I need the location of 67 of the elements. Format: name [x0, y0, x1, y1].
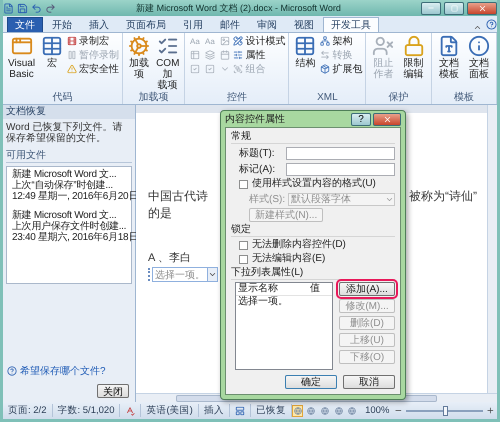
- ribbon-button[interactable]: COM 加载项: [154, 35, 182, 91]
- group-label: XML: [316, 92, 339, 104]
- group-label: 控件: [226, 92, 248, 104]
- ribbon-tab[interactable]: 开始: [44, 17, 80, 32]
- field-label: 样式(S):: [249, 192, 285, 206]
- group-label: 保护: [388, 92, 410, 104]
- ribbon-button[interactable]: 设计模式: [233, 35, 286, 47]
- column-header[interactable]: 显示名称: [238, 283, 310, 295]
- body-text: 中国古代诗: [148, 188, 208, 205]
- list-box[interactable]: 显示名称 值 选择一项。: [235, 282, 333, 370]
- ribbon-tab[interactable]: 页面布局: [118, 17, 174, 32]
- status-text[interactable]: 页面: 2/2: [3, 404, 52, 417]
- file-note: 上次用户保存文件时创建...: [12, 221, 128, 232]
- ribbon-button[interactable]: 属性: [233, 49, 286, 61]
- section-heading: 常规: [231, 131, 395, 144]
- dialog-button[interactable]: 取消: [343, 375, 395, 389]
- dialog-button[interactable]: 确定: [285, 375, 337, 389]
- ribbon-tab[interactable]: 开发工具: [323, 17, 379, 32]
- ribbon-tab[interactable]: 文件: [7, 17, 43, 32]
- close-pane-button[interactable]: 关闭: [97, 384, 129, 398]
- checkbox-label[interactable]: 使用样式设置内容的格式(U): [231, 178, 395, 190]
- status-text[interactable]: 英语(美国): [141, 404, 199, 417]
- help-link[interactable]: 希望保存哪个文件?: [20, 364, 106, 378]
- section-heading: 锁定: [231, 224, 395, 237]
- checkbox-text: 使用样式设置内容的格式(U): [252, 178, 376, 190]
- help-button[interactable]: ?: [351, 112, 371, 126]
- ribbon-tab[interactable]: 视图: [286, 17, 322, 32]
- ribbon-button[interactable]: 录制宏: [67, 35, 120, 47]
- checkbox-text: 无法编辑内容(E): [252, 253, 326, 265]
- ribbon-button[interactable]: 宏: [39, 35, 66, 69]
- ribbon-button[interactable]: 结构: [292, 35, 318, 69]
- option-text: A 、李白: [148, 251, 191, 266]
- ribbon-button[interactable]: 加载项: [126, 35, 152, 80]
- list-item[interactable]: 选择一项。: [236, 296, 332, 308]
- pane-message: Word 已恢复下列文件。请保存希望保留的文件。: [6, 122, 124, 144]
- dropdown-control[interactable]: 选择一项。: [152, 267, 218, 282]
- ribbon-button[interactable]: 限制编辑: [400, 35, 428, 80]
- ribbon-tab[interactable]: 插入: [81, 17, 117, 32]
- ribbon-button[interactable]: 文档面板: [464, 35, 493, 80]
- pane-title: 文档恢复: [3, 105, 135, 119]
- file-note: 上次“自动保存”时创建...: [12, 180, 114, 191]
- status-text[interactable]: 插入: [198, 404, 230, 417]
- ribbon-tab[interactable]: 审阅: [249, 17, 285, 32]
- ribbon-button[interactable]: 文档模板: [434, 35, 463, 80]
- ribbon-button[interactable]: Visual Basic: [6, 35, 38, 80]
- dialog-title: 内容控件属性: [225, 112, 286, 126]
- ribbon-button[interactable]: 扩展包: [320, 63, 362, 75]
- body-text: 被称为“诗仙”: [409, 188, 477, 205]
- field-label: 标题(T):: [239, 146, 276, 160]
- ribbon-tab[interactable]: 引用: [175, 17, 211, 32]
- zoom-level[interactable]: 100%: [360, 404, 394, 417]
- group-label: 代码: [52, 92, 74, 104]
- ribbon-button[interactable]: 架构: [320, 35, 362, 47]
- ribbon-tab[interactable]: 邮件: [212, 17, 248, 32]
- group-label: 模板: [452, 92, 475, 104]
- file-name[interactable]: 新建 Microsoft Word 文...: [12, 210, 138, 221]
- list-action-button[interactable]: 添加(A)...: [339, 282, 395, 296]
- section-label: 可用文件: [6, 150, 132, 163]
- body-text: 的是: [148, 205, 172, 222]
- file-name[interactable]: 新建 Microsoft Word 文...: [12, 169, 138, 180]
- checkbox-text: 无法删除内容控件(D): [252, 239, 346, 251]
- group-label: 加载项: [138, 92, 170, 104]
- ribbon-button[interactable]: 宏安全性: [67, 63, 120, 75]
- field-label: 标记(A):: [239, 162, 276, 176]
- column-header[interactable]: 值: [310, 283, 332, 295]
- window-title: 新建 Microsoft Word 文档 (2).docx - Microsoft Word: [135, 2, 342, 14]
- status-text[interactable]: 字数: 5/1,020: [52, 404, 120, 417]
